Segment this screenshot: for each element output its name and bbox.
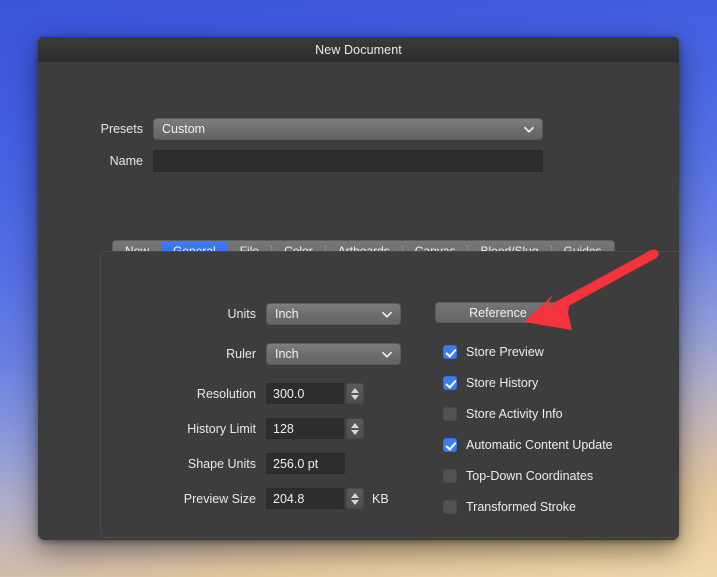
checkbox-checked-icon[interactable] — [443, 345, 457, 359]
ruler-dropdown[interactable]: Inch — [266, 343, 401, 365]
units-label: Units — [227, 307, 256, 321]
dialog-titlebar[interactable]: New Document — [38, 36, 679, 62]
new-document-dialog: New Document Presets Custom Name N — [38, 36, 679, 540]
resolution-row: Resolution 300.0 — [148, 383, 364, 404]
resolution-label: Resolution — [196, 386, 256, 401]
presets-label: Presets — [100, 122, 143, 136]
options-checkbox-list: Store Preview Store History Store Activi… — [443, 345, 613, 514]
presets-value: Custom — [162, 122, 206, 136]
preview-size-input[interactable]: 204.8 — [266, 488, 344, 509]
stepper-up-icon[interactable] — [351, 422, 359, 428]
chevron-down-icon — [381, 309, 392, 320]
stepper-up-icon[interactable] — [351, 492, 359, 498]
preview-size-row: Preview Size 204.8 KB — [148, 488, 389, 509]
checkbox-automatic-content-update[interactable]: Automatic Content Update — [443, 438, 613, 452]
stepper-down-icon[interactable] — [351, 499, 359, 505]
presets-row: Presets Custom — [97, 118, 543, 140]
preview-size-stepper[interactable] — [346, 488, 364, 509]
checkbox-label: Automatic Content Update — [466, 438, 613, 452]
checkbox-label: Top-Down Coordinates — [466, 469, 594, 483]
shape-units-label: Shape Units — [187, 456, 256, 471]
name-label: Name — [109, 154, 143, 168]
history-limit-input[interactable]: 128 — [266, 418, 344, 439]
stepper-up-icon[interactable] — [351, 387, 359, 393]
dialog-title: New Document — [315, 42, 402, 57]
chevron-down-icon — [523, 124, 534, 135]
checkbox-store-activity-info[interactable]: Store Activity Info — [443, 407, 613, 421]
checkbox-transformed-stroke[interactable]: Transformed Stroke — [443, 500, 613, 514]
units-row: Units Inch — [148, 303, 401, 325]
history-limit-stepper[interactable] — [346, 418, 364, 439]
name-row: Name — [97, 150, 543, 172]
shape-units-input[interactable]: 256.0 pt — [266, 453, 345, 474]
checkbox-store-preview[interactable]: Store Preview — [443, 345, 613, 359]
reference-button[interactable]: Reference — [435, 302, 561, 323]
checkbox-unchecked-icon[interactable] — [443, 407, 457, 421]
checkbox-label: Store History — [466, 376, 539, 390]
dialog-body: Presets Custom Name New General File — [38, 62, 679, 540]
checkbox-checked-icon[interactable] — [443, 376, 457, 390]
history-limit-row: History Limit 128 — [148, 418, 364, 439]
desktop-background: New Document Presets Custom Name N — [0, 0, 717, 577]
ruler-value: Inch — [275, 347, 299, 361]
stepper-down-icon[interactable] — [351, 429, 359, 435]
resolution-stepper[interactable] — [346, 383, 364, 404]
resolution-input[interactable]: 300.0 — [266, 383, 344, 404]
ruler-row: Ruler Inch — [148, 343, 401, 365]
units-value: Inch — [275, 307, 299, 321]
preview-size-unit: KB — [372, 491, 389, 506]
checkbox-label: Transformed Stroke — [466, 500, 576, 514]
stepper-down-icon[interactable] — [351, 394, 359, 400]
checkbox-top-down-coordinates[interactable]: Top-Down Coordinates — [443, 469, 613, 483]
preview-size-label: Preview Size — [183, 491, 256, 506]
ruler-label: Ruler — [226, 347, 256, 361]
checkbox-checked-icon[interactable] — [443, 438, 457, 452]
checkbox-label: Store Preview — [466, 345, 544, 359]
chevron-down-icon — [381, 349, 392, 360]
checkbox-unchecked-icon[interactable] — [443, 500, 457, 514]
units-dropdown[interactable]: Inch — [266, 303, 401, 325]
checkbox-store-history[interactable]: Store History — [443, 376, 613, 390]
shape-units-row: Shape Units 256.0 pt — [148, 453, 345, 474]
checkbox-label: Store Activity Info — [466, 407, 563, 421]
name-input[interactable] — [153, 150, 543, 172]
presets-dropdown[interactable]: Custom — [153, 118, 543, 140]
checkbox-unchecked-icon[interactable] — [443, 469, 457, 483]
history-limit-label: History Limit — [187, 421, 256, 436]
